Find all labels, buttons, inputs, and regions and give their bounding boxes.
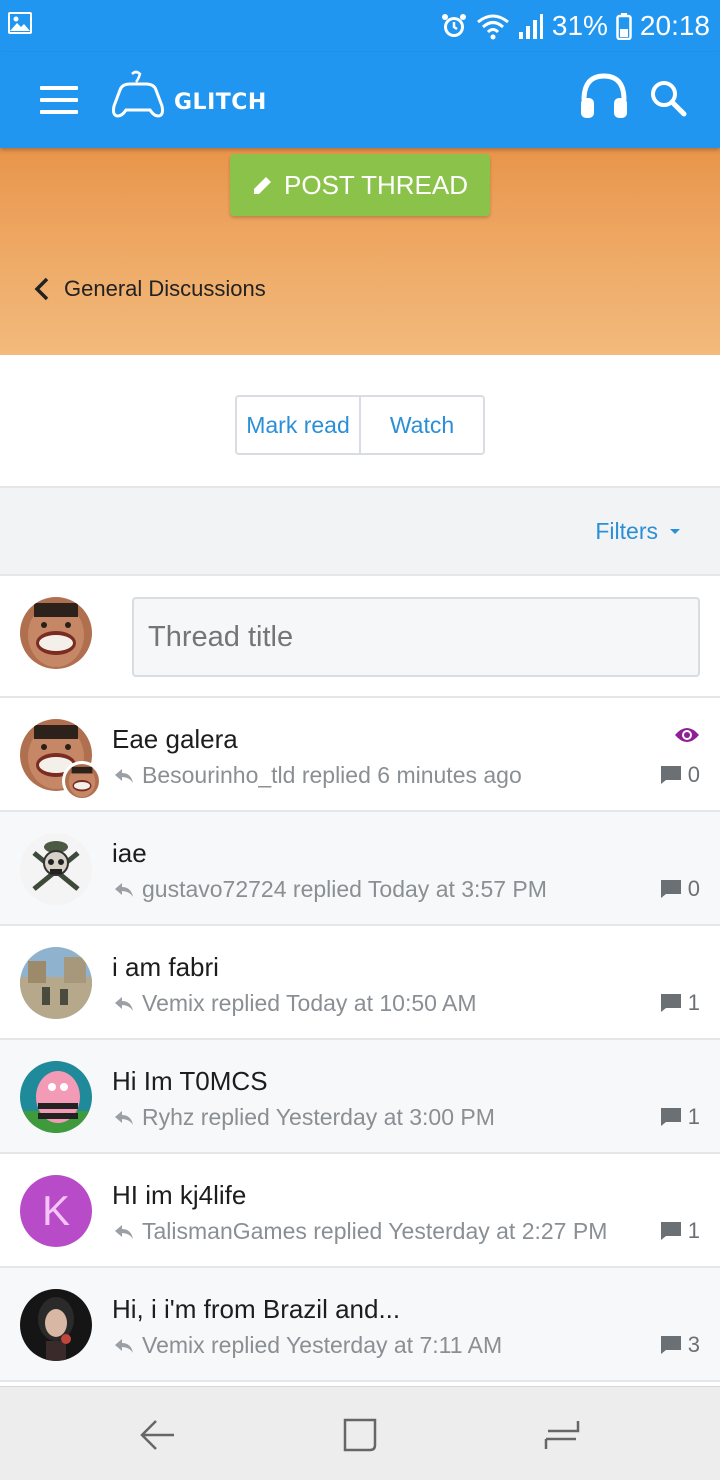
thread-row[interactable]: K HI im kj4life TalismanGames replied Ye…: [0, 1154, 720, 1268]
back-icon[interactable]: [140, 1417, 176, 1453]
status-icons: 31% 20:18: [440, 6, 710, 46]
reply-icon: [115, 1110, 133, 1125]
reply-count-value: 1: [687, 990, 700, 1015]
reply-icon: [115, 1338, 133, 1353]
mark-read-button[interactable]: Mark read: [237, 397, 359, 453]
alarm-icon: [441, 14, 466, 37]
thread-title[interactable]: HI im kj4life: [112, 1180, 246, 1211]
reply-icon: [115, 882, 133, 897]
thread-row[interactable]: iae gustavo72724 replied Today at 3:57 P…: [0, 812, 720, 926]
gamepad-logo-icon[interactable]: [110, 70, 166, 126]
pencil-icon: [254, 177, 272, 194]
watch-button[interactable]: Watch: [359, 397, 483, 453]
avatar[interactable]: [20, 1061, 92, 1133]
reply-count-value: 0: [687, 876, 700, 901]
thread-avatar[interactable]: [20, 719, 102, 801]
thread-meta-text: TalismanGames replied Yesterday at 2:27 …: [142, 1218, 608, 1244]
thread-meta: Ryhz replied Yesterday at 3:00 PM: [114, 1104, 495, 1131]
home-icon[interactable]: [342, 1417, 378, 1453]
signal-icon: [518, 14, 543, 39]
caret-down-icon: [670, 529, 680, 534]
app-logo-text[interactable]: GLITCH: [174, 90, 267, 115]
reply-icon: [115, 996, 133, 1011]
comment-icon: [660, 1222, 681, 1240]
reply-count-value: 1: [687, 1104, 700, 1129]
clock: 20:18: [639, 10, 710, 41]
avatar[interactable]: [20, 1289, 92, 1361]
filters-dropdown[interactable]: Filters: [595, 518, 680, 545]
reply-count: 1: [660, 990, 700, 1016]
post-thread-button[interactable]: POST THREAD: [230, 154, 490, 216]
thread-meta: TalismanGames replied Yesterday at 2:27 …: [114, 1218, 607, 1245]
app-bar: GLITCH: [0, 52, 720, 148]
reply-count: 1: [660, 1218, 700, 1244]
thread-meta-text: Vemix replied Today at 10:50 AM: [142, 990, 477, 1016]
reply-count: 1: [660, 1104, 700, 1130]
chevron-left-icon: [34, 277, 49, 301]
thread-list: Eae galera Besourinho_tld replied 6 minu…: [0, 698, 720, 1382]
reply-count-value: 3: [687, 1332, 700, 1357]
thread-title[interactable]: Eae galera: [112, 724, 238, 755]
battery-percent: 31%: [551, 10, 608, 41]
thread-meta: Vemix replied Today at 10:50 AM: [114, 990, 477, 1017]
filters-label: Filters: [595, 518, 658, 544]
quick-thread: [0, 576, 720, 698]
avatar[interactable]: K: [20, 1175, 92, 1247]
thread-title[interactable]: Hi, i i'm from Brazil and...: [112, 1294, 400, 1325]
comment-icon: [660, 994, 681, 1012]
forum-banner: POST THREAD General Discussions: [0, 148, 720, 355]
reply-icon: [115, 1224, 133, 1239]
thread-meta-text: Ryhz replied Yesterday at 3:00 PM: [142, 1104, 495, 1130]
thread-title-input[interactable]: [132, 597, 700, 677]
forum-actions: Mark read Watch: [235, 395, 485, 455]
headphones-icon[interactable]: [578, 70, 630, 122]
menu-icon[interactable]: [40, 86, 78, 114]
thread-title[interactable]: Hi Im T0MCS: [112, 1066, 268, 1097]
eye-icon: [675, 728, 699, 742]
system-nav-bar: [0, 1386, 720, 1480]
thread-row[interactable]: Hi, i i'm from Brazil and... Vemix repli…: [0, 1268, 720, 1382]
battery-icon: [616, 13, 632, 40]
filters-bar: Filters: [0, 486, 720, 576]
breadcrumb[interactable]: General Discussions: [34, 276, 266, 302]
comment-icon: [660, 1108, 681, 1126]
reply-count: 0: [660, 876, 700, 902]
comment-icon: [660, 766, 681, 784]
comment-icon: [660, 1336, 681, 1354]
gallery-icon: [8, 12, 32, 34]
thread-meta: Vemix replied Yesterday at 7:11 AM: [114, 1332, 502, 1359]
reply-count: 3: [660, 1332, 700, 1358]
thread-meta-text: Vemix replied Yesterday at 7:11 AM: [142, 1332, 503, 1358]
search-icon[interactable]: [648, 78, 688, 118]
last-poster-avatar: [62, 761, 102, 801]
thread-row[interactable]: Eae galera Besourinho_tld replied 6 minu…: [0, 698, 720, 812]
thread-row[interactable]: i am fabri Vemix replied Today at 10:50 …: [0, 926, 720, 1040]
thread-row[interactable]: Hi Im T0MCS Ryhz replied Yesterday at 3:…: [0, 1040, 720, 1154]
reply-count: 0: [660, 762, 700, 788]
avatar[interactable]: [20, 833, 92, 905]
reply-count-value: 0: [687, 762, 700, 787]
thread-meta: gustavo72724 replied Today at 3:57 PM: [114, 876, 547, 903]
thread-meta-text: gustavo72724 replied Today at 3:57 PM: [142, 876, 547, 902]
thread-title[interactable]: i am fabri: [112, 952, 219, 983]
post-thread-label: POST THREAD: [284, 169, 468, 200]
comment-icon: [660, 880, 681, 898]
thread-meta: Besourinho_tld replied 6 minutes ago: [114, 762, 522, 789]
reply-icon: [115, 768, 133, 783]
avatar[interactable]: [20, 597, 92, 669]
reply-count-value: 1: [687, 1218, 700, 1243]
recent-apps-icon[interactable]: [544, 1417, 580, 1453]
breadcrumb-label: General Discussions: [64, 276, 266, 301]
wifi-icon: [476, 14, 509, 40]
thread-meta-text: Besourinho_tld replied 6 minutes ago: [142, 762, 522, 788]
status-bar: 31% 20:18: [0, 0, 720, 52]
avatar[interactable]: [20, 947, 92, 1019]
thread-title[interactable]: iae: [112, 838, 147, 869]
